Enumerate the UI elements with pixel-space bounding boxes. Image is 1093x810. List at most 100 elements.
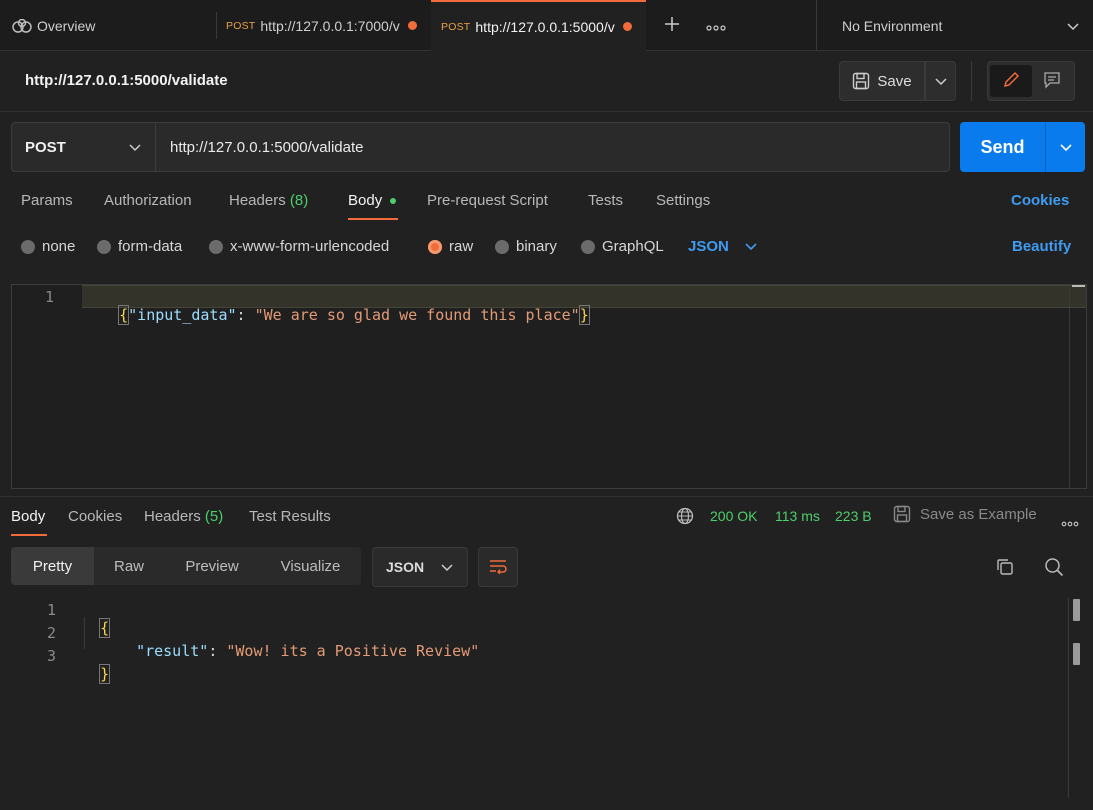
line-number: 1 [44,288,54,306]
save-as-example-label: Save as Example [920,505,1037,523]
chevron-down-icon [441,559,453,575]
tab-params[interactable]: Params [21,192,73,209]
view-preview[interactable]: Preview [164,547,260,585]
radio-circle-icon [97,239,111,254]
code-key: "result" [136,642,209,660]
radio-urlencoded[interactable]: x-www-form-urlencoded [209,238,389,255]
code-brace: } [99,664,111,684]
save-button[interactable]: Save [839,61,925,101]
code-colon: : [236,306,255,324]
cookies-link[interactable]: Cookies [1011,192,1069,209]
body-format-select[interactable]: JSON [688,238,757,255]
line-number: 2 [46,624,56,642]
tab-headers-label: Headers [229,192,286,209]
line-number: 1 [46,601,56,619]
code-key: "input_data" [128,306,237,324]
response-tab-test-results[interactable]: Test Results [249,508,331,525]
response-tab-cookies[interactable]: Cookies [68,508,122,525]
response-tab-headers[interactable]: Headers (5) [144,508,223,525]
request-body-editor[interactable]: 1 {"input_data": "We are so glad we foun… [11,284,1087,489]
method-select[interactable]: POST [11,122,156,172]
request-title[interactable]: http://127.0.0.1:5000/validate [25,72,228,89]
wrap-lines-icon [488,558,508,577]
code-line: } [82,647,111,684]
unsaved-dot-icon [408,21,418,30]
radio-circle-icon [209,239,223,254]
tab-headers[interactable]: Headers (8) [229,192,308,209]
new-tab-button[interactable] [660,0,684,51]
response-scrollbar[interactable] [1068,598,1069,798]
radio-raw[interactable]: raw [428,238,473,255]
tab-url: http://127.0.0.1:5000/v [475,18,615,35]
code-line: "result": "Wow! its a Positive Review" [118,624,479,660]
environment-select[interactable]: No Environment [817,0,1093,51]
headers-count: (8) [289,192,309,209]
save-icon [893,505,911,523]
save-icon [852,72,870,90]
response-time[interactable]: 113 ms [775,508,820,524]
response-format-label: JSON [386,559,425,575]
tab-tests[interactable]: Tests [588,192,623,209]
radio-none[interactable]: none [21,238,75,255]
radio-label: x-www-form-urlencoded [230,238,390,255]
copy-icon[interactable] [995,557,1015,580]
tab-prerequest[interactable]: Pre-request Script [427,192,548,209]
editor-scrollbar[interactable] [1069,285,1086,488]
pencil-icon [1002,71,1020,92]
edit-mode-button[interactable] [990,65,1032,97]
radio-label: form-data [118,238,183,255]
radio-form-data[interactable]: form-data [97,238,182,255]
body-indicator-dot-icon [390,198,397,205]
plus-icon [664,16,680,35]
radio-binary[interactable]: binary [495,238,557,255]
format-label: JSON [688,238,729,255]
save-options-button[interactable] [925,61,956,101]
tab-overview-label: Overview [37,17,96,34]
code-line: {"input_data": "We are so glad we found … [83,288,590,342]
comments-button[interactable] [1032,65,1072,97]
response-tab-body[interactable]: Body [11,508,45,525]
tab-overview[interactable]: Overview [12,0,212,51]
radio-circle-icon [21,239,35,254]
unsaved-dot-icon [623,22,633,31]
tab-request-5000-active[interactable]: POST http://127.0.0.1:5000/v [431,0,646,51]
tab-url: http://127.0.0.1:7000/v [260,17,400,34]
save-as-example-button[interactable]: Save as Example [893,505,1037,523]
more-tabs-button[interactable] [704,0,728,51]
tab-settings[interactable]: Settings [656,192,710,209]
url-input[interactable]: http://127.0.0.1:5000/validate [155,122,950,172]
wrap-lines-button[interactable] [478,547,518,587]
view-raw[interactable]: Raw [94,547,164,585]
status-code[interactable]: 200 OK [710,508,757,524]
view-visualize[interactable]: Visualize [260,547,361,585]
view-pretty[interactable]: Pretty [11,547,94,585]
radio-circle-icon [495,239,509,254]
code-colon: : [208,642,227,660]
tab-request-7000[interactable]: POST http://127.0.0.1:7000/v [226,0,421,51]
tab-body[interactable]: Body [348,192,397,209]
tab-authorization[interactable]: Authorization [104,192,192,209]
code-value: "We are so glad we found this place" [254,306,580,324]
line-number: 3 [46,647,56,665]
code-value: "Wow! its a Positive Review" [226,642,480,660]
response-size[interactable]: 223 B [835,508,872,524]
active-tab-underline [348,218,398,220]
search-icon[interactable] [1044,557,1064,580]
chevron-down-icon [745,238,757,255]
code-brace: { [118,305,130,325]
radio-label: none [42,238,76,255]
tab-bar: Overview POST http://127.0.0.1:7000/v PO… [0,0,1093,51]
response-format-select[interactable]: JSON [372,547,468,587]
globe-icon[interactable] [676,507,694,528]
more-icon[interactable] [1061,514,1079,530]
save-label: Save [877,72,912,90]
view-toggle [987,61,1075,101]
comment-icon [1043,71,1061,92]
tab-method: POST [441,20,471,33]
response-headers-label: Headers [144,508,201,525]
radio-graphql[interactable]: GraphQL [581,238,664,255]
beautify-link[interactable]: Beautify [1012,238,1071,255]
send-options-button[interactable] [1045,122,1085,172]
send-button[interactable]: Send [960,122,1045,172]
scroll-marker [1073,599,1080,621]
